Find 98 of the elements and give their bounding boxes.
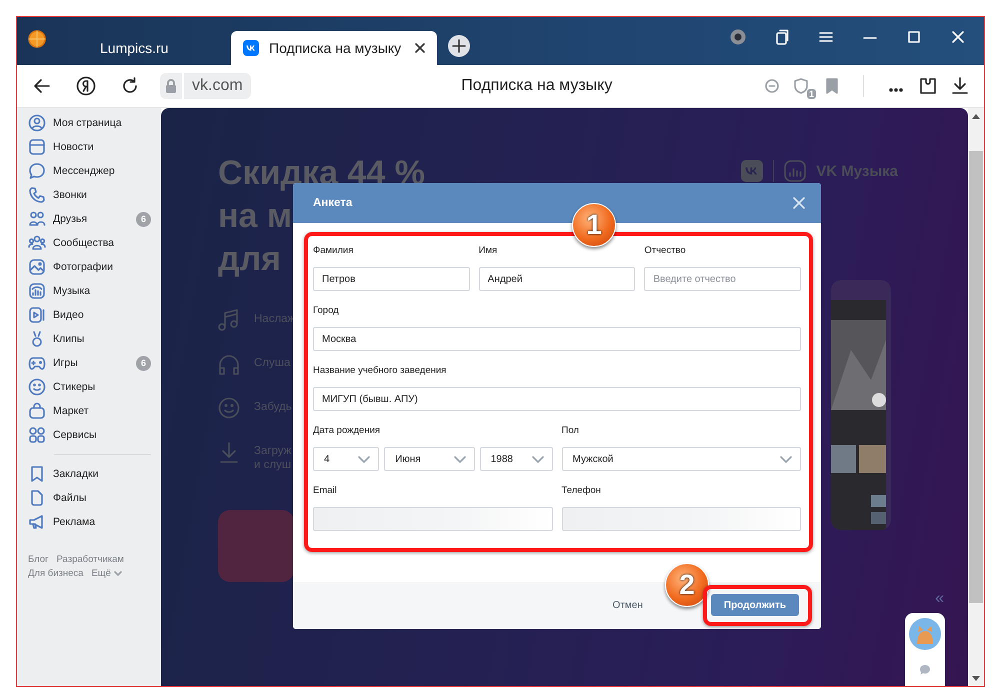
field-label: Email: [313, 485, 338, 498]
collections-icon[interactable]: [774, 29, 790, 45]
extension-count-badge: 1: [806, 89, 816, 99]
dropdown[interactable]: 1988: [480, 447, 552, 471]
input-field[interactable]: МИГУП (бывш. АПУ): [313, 387, 801, 411]
scroll-up-icon[interactable]: [972, 114, 980, 119]
field-label: Название учебного заведения: [313, 365, 448, 378]
yandex-circle-icon[interactable]: [76, 76, 96, 96]
input-field[interactable]: [313, 507, 552, 531]
headline-text: для: [218, 239, 282, 280]
chevron-down-icon: [780, 456, 792, 462]
count-badge: 6: [136, 356, 151, 370]
field-label: Телефон: [562, 485, 602, 498]
maximize-icon[interactable]: [906, 29, 922, 45]
field-label: Город: [313, 305, 340, 318]
download-icon[interactable]: [950, 76, 970, 96]
close-icon[interactable]: [950, 29, 966, 45]
file-icon: [28, 489, 46, 507]
phone-icon: [28, 186, 46, 204]
music-card-icon: [28, 282, 46, 300]
shield-icon[interactable]: [793, 77, 811, 95]
extensions-icon[interactable]: [918, 76, 938, 96]
new-tab-icon[interactable]: [447, 34, 471, 58]
chat-bubble-icon: [28, 162, 46, 180]
video-icon: [28, 306, 46, 324]
dropdown[interactable]: Июня: [384, 447, 475, 471]
bookmark-icon: [28, 465, 46, 483]
smile-icon: [28, 378, 46, 396]
gamepad-icon: [28, 354, 46, 372]
field-label: Имя: [478, 245, 498, 258]
browser-logo-icon[interactable]: [28, 30, 46, 48]
dropdown[interactable]: Мужской: [562, 447, 801, 471]
sidebar-item[interactable]: Маркет: [28, 399, 161, 423]
scroll-thumb[interactable]: [969, 151, 983, 603]
sidebar-item[interactable]: Игры 6: [28, 351, 161, 375]
smile-icon: [218, 397, 240, 419]
browser-tab[interactable]: Подписка на музыку: [231, 31, 437, 65]
field-label: Отчество: [644, 245, 687, 258]
services-grid-icon: [28, 426, 46, 444]
input-field[interactable]: Петров: [313, 267, 470, 291]
chevron-down-icon: [454, 456, 466, 462]
dropdown[interactable]: 4: [313, 447, 380, 471]
input-field[interactable]: Москва: [313, 327, 801, 351]
sidebar-item[interactable]: Клипы: [28, 327, 161, 351]
headline-text: Скидка 44 %: [218, 153, 425, 194]
lock-icon: [160, 73, 182, 99]
sidebar-item[interactable]: Звонки: [28, 183, 161, 207]
headphones-icon: [218, 353, 240, 375]
page-title: Подписка на музыку: [460, 77, 614, 95]
address-field[interactable]: vk.com: [184, 73, 251, 99]
cancel-link[interactable]: Отмен: [612, 600, 643, 611]
dialog-title: Анкета: [313, 197, 352, 209]
vk-logo-icon: [243, 40, 259, 56]
field-label: Фамилия: [313, 245, 354, 258]
sidebar-item[interactable]: Новости: [28, 135, 161, 159]
image-icon: [28, 258, 46, 276]
sidebar-item[interactable]: Реклама: [28, 510, 161, 534]
people-icon: [28, 210, 46, 228]
menu-icon[interactable]: [818, 29, 834, 45]
chevron-down-icon: [358, 456, 370, 462]
chevron-down-icon: [532, 456, 544, 462]
footer-link[interactable]: Для бизнеса: [28, 568, 84, 579]
browser-tab[interactable]: Lumpics.ru: [46, 31, 231, 65]
input-field[interactable]: [562, 507, 801, 531]
sidebar-item[interactable]: Фотографии: [28, 255, 161, 279]
sidebar-item[interactable]: Стикеры: [28, 375, 161, 399]
field-label: Дата рождения: [313, 425, 382, 438]
sidebar-item[interactable]: Закладки: [28, 462, 161, 486]
zoom-out-icon[interactable]: [763, 77, 781, 95]
field-label: Пол: [562, 425, 580, 438]
sidebar-item[interactable]: Файлы: [28, 486, 161, 510]
group-icon: [28, 234, 46, 252]
music-card-icon: [784, 160, 806, 182]
input-field[interactable]: Введите отчество: [644, 267, 802, 291]
bookmark-icon[interactable]: [823, 77, 841, 95]
sidebar-item[interactable]: Сообщества: [28, 231, 161, 255]
user-icon: [28, 114, 46, 132]
count-badge: 6: [136, 212, 151, 226]
back-arrow-icon[interactable]: [32, 76, 52, 96]
close-icon[interactable]: [415, 43, 425, 53]
newspaper-icon: [28, 138, 46, 156]
sidebar-item[interactable]: Мессенджер: [28, 159, 161, 183]
profile-avatar-icon[interactable]: [730, 29, 746, 45]
download-icon: [218, 441, 240, 463]
sidebar-item[interactable]: Видео: [28, 303, 161, 327]
music-note-icon: [218, 309, 240, 331]
headline-text: на м: [218, 196, 292, 237]
reload-icon[interactable]: [120, 76, 140, 96]
scroll-down-icon[interactable]: [972, 676, 980, 681]
sidebar-item[interactable]: Друзья 6: [28, 207, 161, 231]
sidebar-item[interactable]: Моя страница: [28, 111, 161, 135]
megaphone-icon: [28, 513, 46, 531]
input-field[interactable]: Андрей: [478, 267, 636, 291]
sidebar-item[interactable]: Музыка: [28, 279, 161, 303]
shopping-bag-icon: [28, 402, 46, 420]
continue-button[interactable]: Продолжить: [710, 594, 799, 616]
sidebar-item[interactable]: Сервисы: [28, 423, 161, 447]
vk-logo-icon: [741, 160, 764, 182]
